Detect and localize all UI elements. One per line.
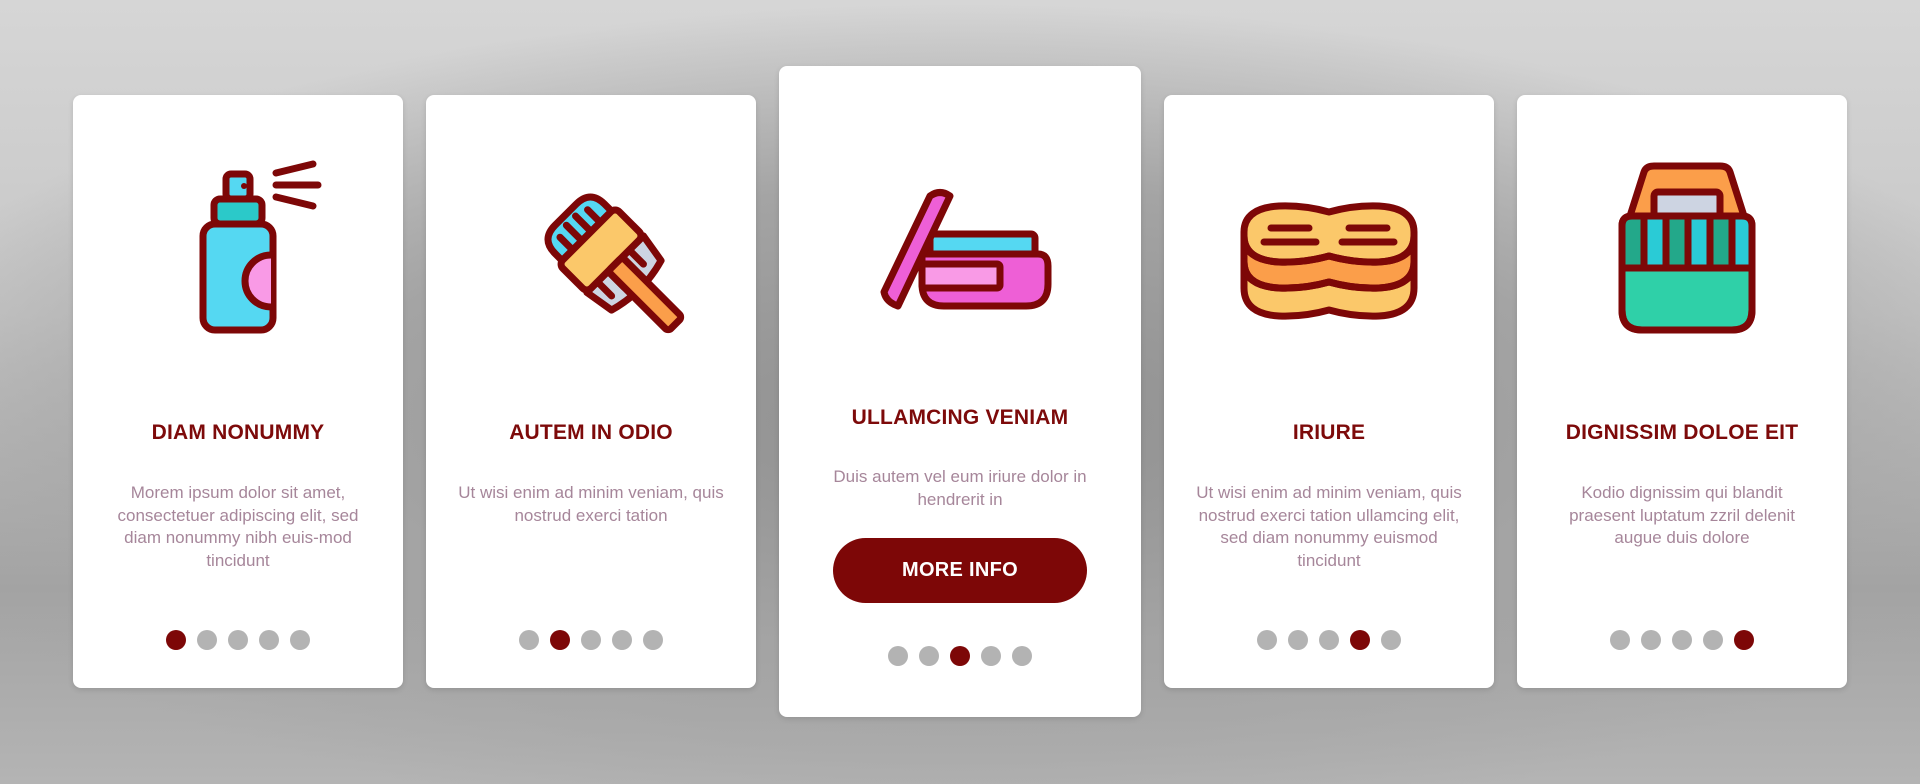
page-dot-1[interactable] <box>1257 630 1277 650</box>
basket-icon <box>1582 150 1782 350</box>
page-dot-4[interactable] <box>981 646 1001 666</box>
page-dot-3[interactable] <box>581 630 601 650</box>
more-info-button[interactable]: MORE INFO <box>833 538 1087 603</box>
page-dot-1[interactable] <box>888 646 908 666</box>
page-dot-3[interactable] <box>1672 630 1692 650</box>
pagination-dots <box>779 646 1141 666</box>
page-dot-1[interactable] <box>1610 630 1630 650</box>
page-dot-3[interactable] <box>228 630 248 650</box>
page-dot-5[interactable] <box>643 630 663 650</box>
onboarding-card-5: DIGNISSIM DOLOE EIT Kodio dignissim qui … <box>1517 95 1847 688</box>
onboarding-card-1: DIAM NONUMMY Morem ipsum dolor sit amet,… <box>73 95 403 688</box>
page-dot-3[interactable] <box>950 646 970 666</box>
card-description: Ut wisi enim ad minim veniam, quis nostr… <box>458 483 724 525</box>
card-title: IRIURE <box>1292 421 1366 444</box>
card-description: Kodio dignissim qui blandit praesent lup… <box>1569 483 1795 547</box>
pagination-dots <box>426 630 756 650</box>
page-dot-4[interactable] <box>612 630 632 650</box>
cream-jar-icon <box>860 156 1060 356</box>
card-description: Morem ipsum dolor sit amet, consectetuer… <box>117 483 359 570</box>
card-title: ULLAMCING VENIAM <box>851 406 1069 429</box>
page-dot-2[interactable] <box>550 630 570 650</box>
onboarding-card-3: ULLAMCING VENIAM Duis autem vel eum iriu… <box>779 66 1141 717</box>
page-dot-4[interactable] <box>1703 630 1723 650</box>
sponge-icon <box>1229 150 1429 350</box>
page-dot-1[interactable] <box>519 630 539 650</box>
page-dot-2[interactable] <box>919 646 939 666</box>
onboarding-card-2: AUTEM IN ODIO Ut wisi enim ad minim veni… <box>426 95 756 688</box>
page-dot-5[interactable] <box>290 630 310 650</box>
hair-brush-icon <box>491 150 691 350</box>
pagination-dots <box>1517 630 1847 650</box>
page-dot-1[interactable] <box>166 630 186 650</box>
page-dot-3[interactable] <box>1319 630 1339 650</box>
pagination-dots <box>1164 630 1494 650</box>
card-description: Ut wisi enim ad minim veniam, quis nostr… <box>1196 483 1462 570</box>
page-dot-4[interactable] <box>1350 630 1370 650</box>
pagination-dots <box>73 630 403 650</box>
card-title: AUTEM IN ODIO <box>509 421 673 444</box>
card-description: Duis autem vel eum iriure dolor in hendr… <box>833 467 1087 509</box>
card-title: DIAM NONUMMY <box>151 421 325 444</box>
page-dot-5[interactable] <box>1012 646 1032 666</box>
page-dot-5[interactable] <box>1734 630 1754 650</box>
page-dot-5[interactable] <box>1381 630 1401 650</box>
spray-bottle-icon <box>138 150 338 350</box>
page-dot-2[interactable] <box>1641 630 1661 650</box>
page-dot-4[interactable] <box>259 630 279 650</box>
page-dot-2[interactable] <box>1288 630 1308 650</box>
page-dot-2[interactable] <box>197 630 217 650</box>
card-title: DIGNISSIM DOLOE EIT <box>1565 421 1799 444</box>
onboarding-card-4: IRIURE Ut wisi enim ad minim veniam, qui… <box>1164 95 1494 688</box>
